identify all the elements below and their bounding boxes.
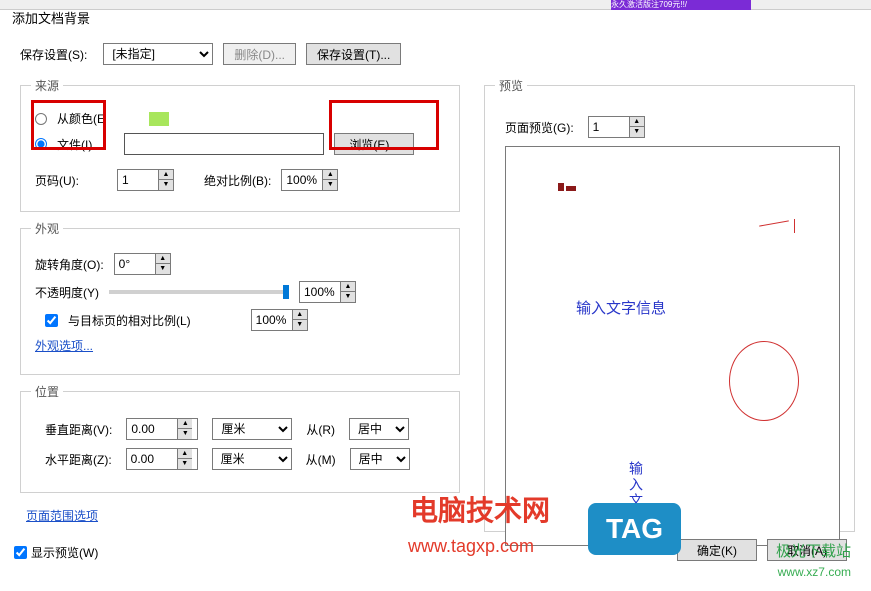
ok-button[interactable]: 确定(K) bbox=[677, 539, 757, 561]
spinner-up-icon[interactable]: ▲ bbox=[178, 449, 192, 459]
hdist-spinner[interactable]: ▲▼ bbox=[126, 448, 198, 470]
position-legend: 位置 bbox=[31, 383, 63, 400]
spinner-down-icon[interactable]: ▼ bbox=[156, 264, 170, 274]
delete-button[interactable]: 删除(D)... bbox=[223, 43, 296, 65]
rotation-spinner[interactable]: ▲▼ bbox=[114, 253, 171, 275]
abs-scale-input[interactable] bbox=[282, 170, 322, 190]
page-number-input[interactable] bbox=[118, 170, 158, 190]
spinner-up-icon[interactable]: ▲ bbox=[630, 117, 644, 127]
preview-fieldset: 预览 页面预览(G): ▲▼ 输入文字信息 输入文字 bbox=[484, 77, 855, 532]
hdist-from-select[interactable]: 居中 bbox=[350, 448, 410, 470]
save-settings-button[interactable]: 保存设置(T)... bbox=[306, 43, 401, 65]
spinner-up-icon[interactable]: ▲ bbox=[156, 254, 170, 264]
show-preview-label: 显示预览(W) bbox=[31, 544, 98, 561]
position-fieldset: 位置 垂直距离(V): ▲▼ 厘米 从(R) 居中 水平距离(Z): ▲▼ 厘米… bbox=[20, 383, 460, 493]
spinner-down-icon[interactable]: ▼ bbox=[341, 292, 355, 302]
page-preview-canvas: 输入文字信息 输入文字 bbox=[505, 146, 840, 546]
preview-annotation-line bbox=[794, 219, 795, 233]
page-range-link[interactable]: 页面范围选项 bbox=[26, 509, 98, 523]
relative-scale-input[interactable] bbox=[252, 310, 292, 330]
spinner-up-icon[interactable]: ▲ bbox=[341, 282, 355, 292]
opacity-input[interactable] bbox=[300, 282, 340, 302]
from-r-label: 从(R) bbox=[306, 421, 335, 438]
spinner-down-icon[interactable]: ▼ bbox=[159, 180, 173, 190]
relative-scale-checkbox[interactable] bbox=[45, 314, 58, 327]
page-preview-spinner[interactable]: ▲▼ bbox=[588, 116, 645, 138]
highlight-box-radio bbox=[31, 100, 106, 150]
hdist-input[interactable] bbox=[127, 449, 177, 469]
spinner-down-icon[interactable]: ▼ bbox=[293, 320, 307, 330]
source-fieldset: 来源 从颜色(E 文件(I) 浏览(E)... 页码(U): ▲▼ 绝对比例(B… bbox=[20, 77, 460, 212]
relative-scale-label: 与目标页的相对比例(L) bbox=[68, 312, 191, 329]
promo-banner: 永久激活版注709元!!/ bbox=[611, 0, 751, 10]
spinner-down-icon[interactable]: ▼ bbox=[630, 127, 644, 137]
rotation-input[interactable] bbox=[115, 254, 155, 274]
vdist-unit-select[interactable]: 厘米 bbox=[212, 418, 292, 440]
save-settings-label: 保存设置(S): bbox=[20, 46, 87, 63]
color-swatch[interactable] bbox=[149, 112, 169, 126]
spinner-down-icon[interactable]: ▼ bbox=[323, 180, 337, 190]
highlight-box-browse bbox=[329, 100, 439, 150]
spinner-up-icon[interactable]: ▲ bbox=[293, 310, 307, 320]
from-m-label: 从(M) bbox=[306, 451, 336, 468]
source-legend: 来源 bbox=[31, 77, 63, 94]
preview-text-1: 输入文字信息 bbox=[576, 297, 666, 318]
opacity-label: 不透明度(Y) bbox=[35, 284, 99, 301]
preview-marker-icon bbox=[558, 183, 576, 191]
appearance-options-link[interactable]: 外观选项... bbox=[35, 337, 93, 354]
vdist-label: 垂直距离(V): bbox=[45, 421, 112, 438]
appearance-fieldset: 外观 旋转角度(O): ▲▼ 不透明度(Y) ▲▼ 与目标页的相对比例(L) ▲… bbox=[20, 220, 460, 375]
preview-legend: 预览 bbox=[495, 77, 527, 94]
spinner-up-icon[interactable]: ▲ bbox=[159, 170, 173, 180]
preset-select[interactable]: [未指定] bbox=[103, 43, 213, 65]
rotation-label: 旋转角度(O): bbox=[35, 256, 104, 273]
opacity-spinner[interactable]: ▲▼ bbox=[299, 281, 356, 303]
page-number-spinner[interactable]: ▲▼ bbox=[117, 169, 174, 191]
preview-annotation-oval bbox=[729, 341, 799, 421]
vdist-spinner[interactable]: ▲▼ bbox=[126, 418, 198, 440]
spinner-up-icon[interactable]: ▲ bbox=[323, 170, 337, 180]
preview-annotation-line bbox=[759, 220, 789, 226]
vdist-input[interactable] bbox=[127, 419, 177, 439]
spinner-down-icon[interactable]: ▼ bbox=[178, 459, 192, 469]
abs-scale-label: 绝对比例(B): bbox=[204, 172, 271, 189]
hdist-label: 水平距离(Z): bbox=[45, 451, 112, 468]
page-preview-label: 页面预览(G): bbox=[505, 119, 574, 136]
xz7-site-url: www.xz7.com bbox=[778, 565, 851, 579]
page-number-label: 页码(U): bbox=[35, 172, 79, 189]
show-preview-checkbox[interactable] bbox=[14, 546, 27, 559]
page-preview-input[interactable] bbox=[589, 117, 629, 137]
vdist-from-select[interactable]: 居中 bbox=[349, 418, 409, 440]
hdist-unit-select[interactable]: 厘米 bbox=[212, 448, 292, 470]
xz7-site-name: 极光下载站 bbox=[776, 540, 851, 561]
slider-thumb[interactable] bbox=[283, 285, 289, 299]
abs-scale-spinner[interactable]: ▲▼ bbox=[281, 169, 338, 191]
file-path-input[interactable] bbox=[124, 133, 324, 155]
spinner-down-icon[interactable]: ▼ bbox=[178, 429, 192, 439]
relative-scale-spinner[interactable]: ▲▼ bbox=[251, 309, 308, 331]
tag-badge: TAG bbox=[588, 503, 681, 555]
opacity-slider[interactable] bbox=[109, 290, 289, 294]
appearance-legend: 外观 bbox=[31, 220, 63, 237]
spinner-up-icon[interactable]: ▲ bbox=[178, 419, 192, 429]
window-titlebar-strip: 永久激活版注709元!!/ bbox=[0, 0, 871, 10]
